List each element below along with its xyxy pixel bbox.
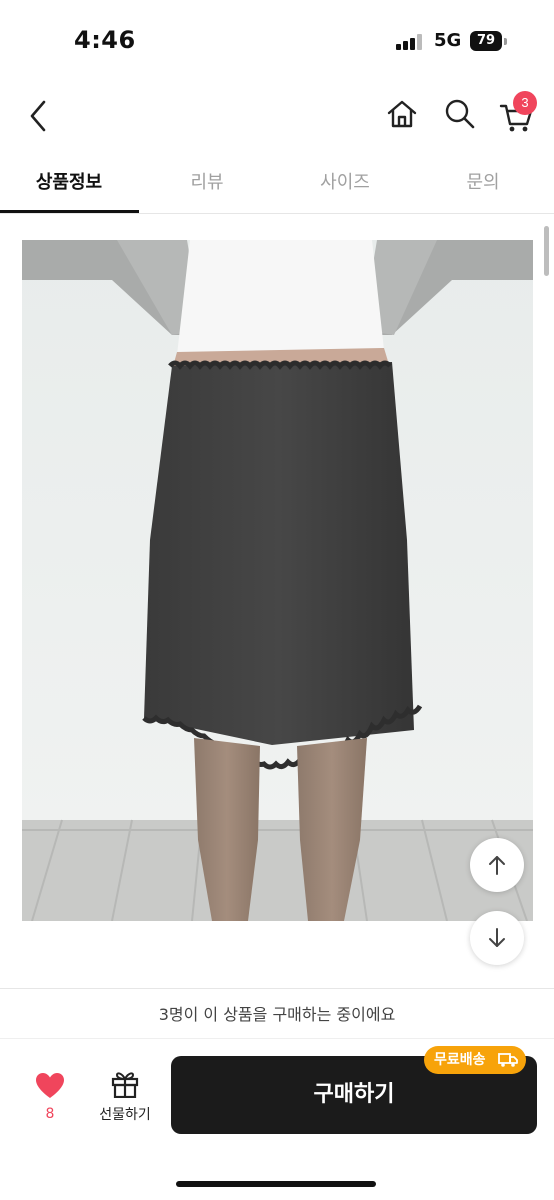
free-shipping-label: 무료배송 (434, 1052, 486, 1068)
signal-icon (396, 34, 426, 50)
network-type: 5G (434, 30, 462, 51)
home-icon (387, 100, 417, 128)
product-tabs: 상품정보 리뷰 사이즈 문의 (0, 158, 554, 214)
scroll-down-button[interactable] (470, 911, 524, 965)
like-count: 8 (45, 1106, 55, 1122)
arrow-down-icon (489, 928, 505, 947)
scroll-up-button[interactable] (470, 838, 524, 892)
product-photo (22, 240, 533, 921)
product-image (22, 240, 533, 921)
truck-icon (498, 1053, 518, 1067)
bottom-divider (0, 988, 554, 989)
gift-icon (111, 1072, 139, 1098)
home-button[interactable] (384, 96, 420, 132)
home-indicator (176, 1181, 376, 1187)
back-button[interactable] (22, 96, 58, 136)
search-icon (445, 99, 475, 129)
heart-icon (36, 1073, 64, 1098)
status-time: 4:46 (74, 26, 136, 54)
tab-product-info[interactable]: 상품정보 (0, 168, 138, 194)
battery-nub (504, 38, 507, 45)
battery-icon: 79 (470, 31, 502, 51)
notice-divider (0, 1038, 554, 1039)
gift-label: 선물하기 (99, 1107, 151, 1123)
active-tab-indicator (0, 210, 139, 213)
cart-count-badge: 3 (513, 91, 537, 115)
gift-button[interactable]: 선물하기 (90, 1068, 160, 1128)
arrow-up-icon (489, 856, 505, 875)
top-header (0, 84, 554, 148)
search-button[interactable] (442, 96, 478, 132)
tab-inquiry[interactable]: 문의 (414, 168, 552, 194)
like-button[interactable]: 8 (22, 1068, 78, 1128)
tab-reviews[interactable]: 리뷰 (138, 168, 276, 194)
free-shipping-badge: 무료배송 (424, 1046, 526, 1074)
tab-size[interactable]: 사이즈 (276, 168, 414, 194)
buyers-notice: 3명이 이 상품을 구매하는 중이에요 (158, 1005, 396, 1024)
chevron-left-icon (30, 100, 46, 132)
status-bar: 4:46 5G 79 (0, 0, 554, 84)
page-scrollbar[interactable] (544, 226, 549, 276)
